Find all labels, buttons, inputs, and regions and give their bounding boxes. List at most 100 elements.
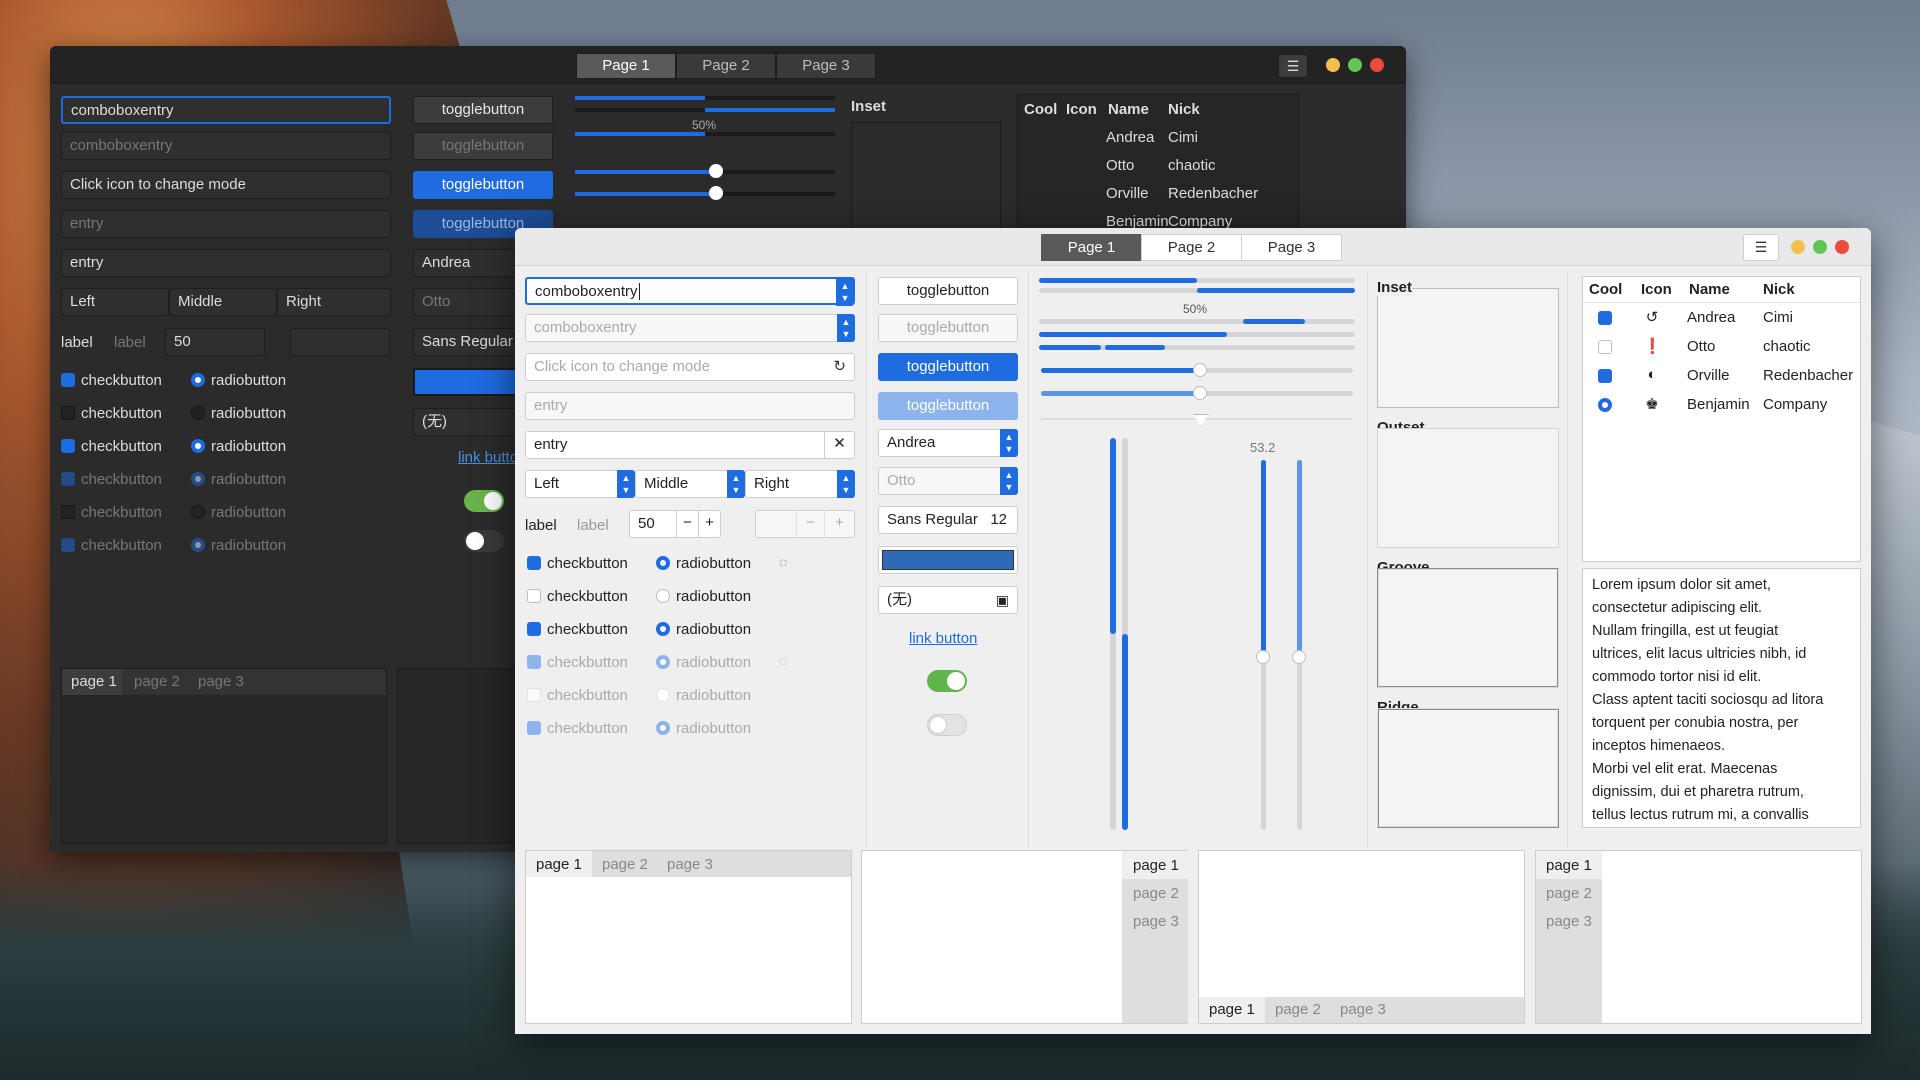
dark-tab-page2[interactable]: Page 2: [676, 53, 776, 79]
link-button[interactable]: link button: [909, 630, 977, 647]
radiobutton-1[interactable]: radiobutton: [656, 555, 751, 573]
tree-radio-4[interactable]: [1598, 397, 1618, 415]
dark-mode-entry[interactable]: Click icon to change mode: [61, 171, 391, 199]
radiobutton-2[interactable]: radiobutton: [656, 588, 751, 606]
refresh-icon[interactable]: ↻: [833, 354, 846, 380]
nb2-tab-1[interactable]: page 1: [1133, 857, 1179, 874]
comboboxentry[interactable]: comboboxentry ▲ ▼: [525, 277, 855, 306]
vscale-4-knob[interactable]: [1292, 650, 1306, 664]
dark-tree-header-icon[interactable]: Icon: [1066, 101, 1097, 118]
maximize-button[interactable]: [1813, 240, 1827, 254]
dark-check-3[interactable]: checkbutton: [61, 438, 162, 456]
tab-page1[interactable]: Page 1: [1041, 234, 1142, 261]
dark-seg-right[interactable]: Right: [277, 288, 391, 316]
checkbutton-3[interactable]: checkbutton: [527, 621, 628, 639]
switch-on[interactable]: [927, 670, 967, 692]
dark-close-button[interactable]: [1370, 58, 1384, 72]
seg-middle-arrow-icon[interactable]: ▲ ▼: [727, 470, 745, 498]
radiobutton-3[interactable]: radiobutton: [656, 621, 751, 639]
tab-page3[interactable]: Page 3: [1241, 234, 1342, 261]
nb4-tab-1[interactable]: page 1: [1546, 857, 1592, 874]
spinbutton[interactable]: 50 − +: [629, 510, 721, 538]
dark-nb-tab-1[interactable]: page 1: [71, 673, 117, 690]
entry-placeholder[interactable]: entry: [525, 392, 855, 420]
tree-header-icon[interactable]: Icon: [1641, 281, 1672, 298]
dark-spinbutton[interactable]: 50: [165, 328, 265, 356]
seg-left-arrow-icon[interactable]: ▲ ▼: [617, 470, 635, 498]
dark-switch-on[interactable]: [464, 490, 504, 512]
combo-andrea[interactable]: Andrea ▲ ▼: [878, 429, 1018, 457]
dark-check-1[interactable]: checkbutton: [61, 372, 162, 390]
nb1-tab-3[interactable]: page 3: [667, 856, 713, 873]
dark-treeview[interactable]: Cool Icon Name Nick Andrea Cimi Otto cha…: [1017, 94, 1299, 234]
dark-nb-tab-2[interactable]: page 2: [134, 673, 180, 690]
nb1-tab-2[interactable]: page 2: [602, 856, 648, 873]
dark-radio-1[interactable]: radiobutton: [191, 372, 286, 390]
tree-check-2[interactable]: [1598, 339, 1618, 357]
dark-comboboxentry[interactable]: comboboxentry: [61, 96, 391, 124]
file-chooser-button[interactable]: (无) ▣: [878, 586, 1018, 614]
dark-seg-left[interactable]: Left: [61, 288, 169, 316]
dark-tree-header-nick[interactable]: Nick: [1168, 101, 1200, 118]
dark-switch-off[interactable]: [464, 530, 504, 552]
seg-right-arrow-icon[interactable]: ▲ ▼: [837, 470, 855, 498]
tree-header-name[interactable]: Name: [1689, 281, 1730, 298]
dark-togglebutton-1[interactable]: togglebutton: [413, 96, 553, 124]
minus-icon[interactable]: −: [676, 510, 698, 538]
tree-header-nick[interactable]: Nick: [1763, 281, 1795, 298]
dark-minimize-button[interactable]: [1326, 58, 1340, 72]
nb3-tab-1[interactable]: page 1: [1209, 1001, 1255, 1018]
dark-tab-page3[interactable]: Page 3: [776, 53, 876, 79]
color-button[interactable]: [878, 546, 1018, 574]
dark-tab-page1[interactable]: Page 1: [576, 53, 676, 79]
dark-tree-header-name[interactable]: Name: [1108, 101, 1149, 118]
dark-scale-2[interactable]: [575, 186, 835, 200]
dark-radio-2[interactable]: radiobutton: [191, 405, 286, 423]
vscale-3[interactable]: [1256, 460, 1270, 830]
checkbutton-2[interactable]: checkbutton: [527, 588, 628, 606]
combo-arrow-icon[interactable]: ▲ ▼: [836, 278, 854, 306]
tab-page2[interactable]: Page 2: [1141, 234, 1242, 261]
scale-marks-knob[interactable]: [1193, 414, 1209, 426]
mode-entry[interactable]: Click icon to change mode ↻: [525, 353, 855, 381]
menu-icon[interactable]: ☰: [1743, 234, 1779, 261]
nb3-tab-2[interactable]: page 2: [1275, 1001, 1321, 1018]
tree-check-3[interactable]: [1598, 368, 1618, 386]
dark-maximize-button[interactable]: [1348, 58, 1362, 72]
nb2-tab-2[interactable]: page 2: [1133, 885, 1179, 902]
tree-header-cool[interactable]: Cool: [1589, 281, 1622, 298]
nb2-tab-3[interactable]: page 3: [1133, 913, 1179, 930]
scale-marks[interactable]: [1041, 414, 1353, 426]
scale-1[interactable]: [1041, 363, 1353, 377]
minimize-button[interactable]: [1791, 240, 1805, 254]
treeview[interactable]: Cool Icon Name Nick ↺ Andrea Cimi ❗ Otto…: [1582, 276, 1861, 562]
vscale-4[interactable]: [1292, 460, 1306, 830]
seg-middle[interactable]: Middle ▲ ▼: [635, 470, 745, 498]
togglebutton-3[interactable]: togglebutton: [878, 353, 1018, 381]
clear-icon[interactable]: ✕: [824, 431, 854, 459]
dark-scale-1[interactable]: [575, 164, 835, 178]
combo-andrea-arrow-icon[interactable]: ▲ ▼: [1000, 429, 1018, 457]
close-button[interactable]: [1835, 240, 1849, 254]
dark-togglebutton-3[interactable]: togglebutton: [413, 171, 553, 199]
checkbutton-1[interactable]: checkbutton: [527, 555, 628, 573]
togglebutton-1[interactable]: togglebutton: [878, 277, 1018, 305]
entry-with-clear[interactable]: entry ✕: [525, 431, 855, 459]
dark-check-2[interactable]: checkbutton: [61, 405, 162, 423]
scale-2-knob[interactable]: [1193, 386, 1207, 400]
nb4-tab-2[interactable]: page 2: [1546, 885, 1592, 902]
vscale-2[interactable]: [1122, 438, 1128, 830]
dark-entry[interactable]: entry: [61, 249, 391, 277]
tree-check-1[interactable]: [1598, 310, 1618, 328]
font-button[interactable]: Sans Regular 12: [878, 506, 1018, 534]
seg-left[interactable]: Left ▲ ▼: [525, 470, 635, 498]
nb3-tab-3[interactable]: page 3: [1340, 1001, 1386, 1018]
switch-off[interactable]: [927, 714, 967, 736]
nb4-tab-3[interactable]: page 3: [1546, 913, 1592, 930]
dark-tree-header-cool[interactable]: Cool: [1024, 101, 1057, 118]
dark-radio-3[interactable]: radiobutton: [191, 438, 286, 456]
vscale-3-knob[interactable]: [1256, 650, 1270, 664]
plus-icon[interactable]: +: [698, 510, 720, 538]
dark-entry-placeholder[interactable]: entry: [61, 210, 391, 238]
seg-right[interactable]: Right ▲ ▼: [745, 470, 855, 498]
